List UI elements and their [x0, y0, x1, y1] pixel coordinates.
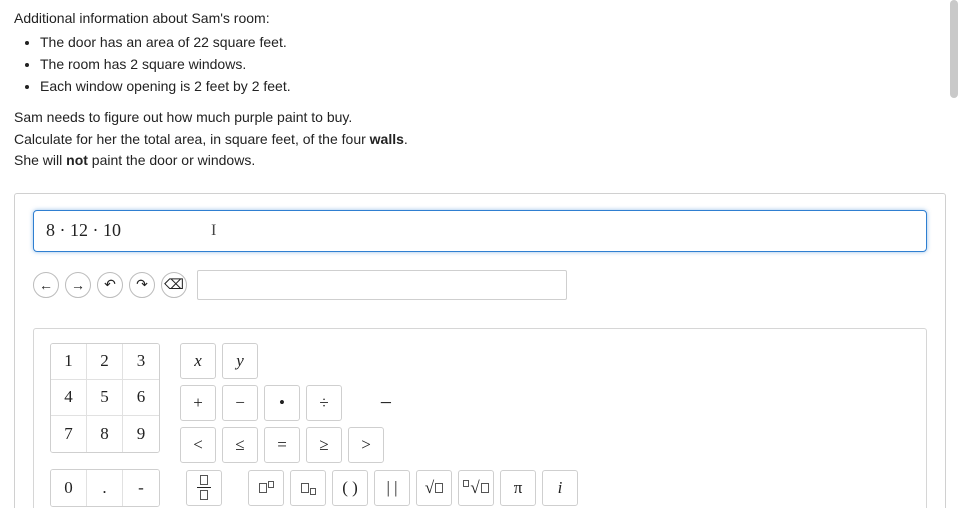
fact-item: The room has 2 square windows.	[40, 56, 946, 72]
fraction-icon	[197, 475, 211, 500]
i-icon: i	[558, 478, 563, 498]
prompt-line-3: She will not paint the door or windows.	[14, 151, 946, 171]
answer-input[interactable]: 8 · 12 · 10 I	[33, 210, 927, 252]
key-0[interactable]: 0	[51, 470, 87, 506]
redo-button[interactable]: ↷	[129, 272, 155, 298]
pi-icon: π	[514, 478, 523, 498]
prompt-bold-walls: walls	[370, 131, 404, 147]
text-cursor-icon: I	[211, 222, 216, 240]
fact-item: The door has an area of 22 square feet.	[40, 34, 946, 50]
key-ge[interactable]: ≥	[306, 427, 342, 463]
key-8[interactable]: 8	[87, 416, 123, 452]
key-6[interactable]: 6	[123, 380, 159, 416]
keypad: 1 2 3 4 5 6 7 8 9 x y	[33, 328, 927, 508]
key-x[interactable]: x	[180, 343, 216, 379]
key-sqrt[interactable]: √	[416, 470, 452, 506]
key-4[interactable]: 4	[51, 380, 87, 416]
arrow-right-icon: →	[71, 277, 85, 293]
prompt-text: .	[404, 131, 408, 147]
digit-grid: 1 2 3 4 5 6 7 8 9	[50, 343, 160, 453]
key-2[interactable]: 2	[87, 344, 123, 380]
work-area: 8 · 12 · 10 I ← → ↶ ↷ ⌫ 1 2 3 4	[14, 193, 946, 508]
key-subscript[interactable]	[290, 470, 326, 506]
nav-left-button[interactable]: ←	[33, 272, 59, 298]
sqrt-icon: √	[425, 478, 443, 498]
answer-value: 8 · 12 · 10	[46, 220, 121, 241]
key-9[interactable]: 9	[123, 416, 159, 452]
key-gt[interactable]: >	[348, 427, 384, 463]
backspace-button[interactable]: ⌫	[161, 272, 187, 298]
key-dot-multiply[interactable]: •	[264, 385, 300, 421]
redo-icon: ↷	[136, 276, 148, 293]
additional-info-heading: Additional information about Sam's room:	[14, 10, 946, 26]
prompt-bold-not: not	[66, 152, 88, 168]
key-divide[interactable]: ÷	[306, 385, 342, 421]
prompt-text: She will	[14, 152, 66, 168]
nth-root-icon: √	[463, 478, 488, 498]
scrollbar[interactable]	[950, 0, 958, 98]
key-7[interactable]: 7	[51, 416, 87, 452]
power-icon	[259, 483, 274, 493]
scratch-input[interactable]	[197, 270, 567, 300]
key-3[interactable]: 3	[123, 344, 159, 380]
key-pi[interactable]: π	[500, 470, 536, 506]
abs-icon: | |	[386, 478, 397, 498]
key-i[interactable]: i	[542, 470, 578, 506]
prompt-block: Sam needs to figure out how much purple …	[14, 108, 946, 171]
key-nth-root[interactable]: √	[458, 470, 494, 506]
backspace-icon: ⌫	[164, 276, 184, 293]
prompt-line-1: Sam needs to figure out how much purple …	[14, 108, 946, 128]
key-le[interactable]: ≤	[222, 427, 258, 463]
nav-right-button[interactable]: →	[65, 272, 91, 298]
key-eq[interactable]: =	[264, 427, 300, 463]
key-neg-sign[interactable]: -	[123, 470, 159, 506]
prompt-text: Calculate for her the total area, in squ…	[14, 131, 370, 147]
subscript-icon	[301, 483, 316, 493]
key-5[interactable]: 5	[87, 380, 123, 416]
key-decimal[interactable]: .	[87, 470, 123, 506]
key-y[interactable]: y	[222, 343, 258, 379]
prompt-text: paint the door or windows.	[88, 152, 255, 168]
parens-icon: ( )	[342, 478, 358, 498]
digit-bottom-row: 0 . -	[50, 469, 160, 507]
key-negative[interactable]: −	[368, 385, 404, 421]
undo-icon: ↶	[104, 276, 116, 293]
undo-button[interactable]: ↶	[97, 272, 123, 298]
arrow-left-icon: ←	[39, 277, 53, 293]
prompt-line-2: Calculate for her the total area, in squ…	[14, 130, 946, 150]
key-lt[interactable]: <	[180, 427, 216, 463]
key-power[interactable]	[248, 470, 284, 506]
toolbar-row: ← → ↶ ↷ ⌫	[33, 270, 927, 300]
key-fraction[interactable]	[186, 470, 222, 506]
key-parens[interactable]: ( )	[332, 470, 368, 506]
key-abs[interactable]: | |	[374, 470, 410, 506]
key-minus[interactable]: −	[222, 385, 258, 421]
key-plus[interactable]: +	[180, 385, 216, 421]
fact-item: Each window opening is 2 feet by 2 feet.	[40, 78, 946, 94]
key-1[interactable]: 1	[51, 344, 87, 380]
facts-list: The door has an area of 22 square feet. …	[40, 34, 946, 94]
